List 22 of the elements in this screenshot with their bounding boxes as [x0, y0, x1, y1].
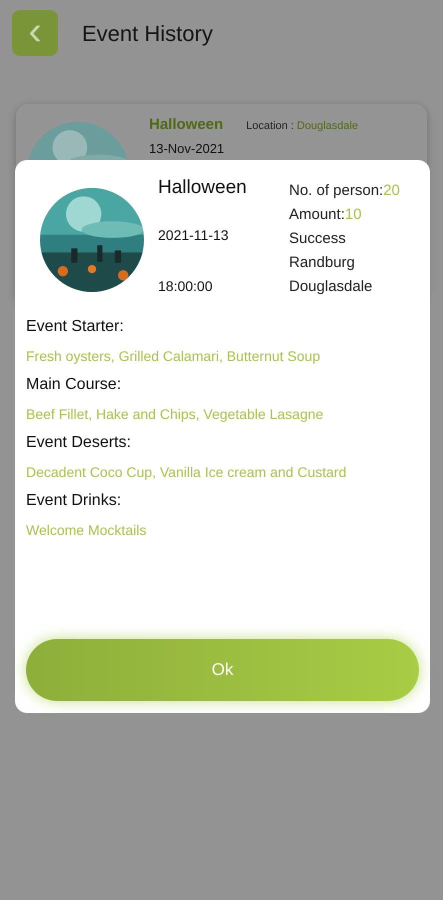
section-items: Decadent Coco Cup, Vanilla Ice cream and Custard: [26, 462, 348, 482]
event-name: Halloween: [149, 115, 224, 135]
section-items: Welcome Mocktails: [26, 520, 148, 540]
section-heading: Event Drinks:: [26, 490, 122, 510]
page-title: Event History: [82, 20, 213, 48]
section-heading: Event Starter:: [26, 316, 125, 336]
section-items: Fresh oysters, Grilled Calamari, Butternut Soup: [26, 346, 322, 366]
ok-button[interactable]: Ok: [26, 639, 419, 701]
section-items: Beef Fillet, Hake and Chips, Vegetable Lasagne: [26, 404, 324, 424]
dialog-event-date: 2021-11-13: [158, 226, 230, 244]
detail-text: No. of person:20: [289, 181, 400, 200]
dialog-event-name: Halloween: [158, 176, 248, 200]
detail-text: Success: [289, 229, 347, 248]
section-heading: Event Deserts:: [26, 432, 132, 452]
location-text: Location : Douglasdale: [246, 119, 358, 134]
section-heading: Main Course:: [26, 374, 122, 394]
dialog-event-time: 18:00:00: [158, 276, 214, 296]
detail-text: Amount:10: [289, 205, 363, 224]
back-button[interactable]: ‹: [12, 10, 58, 56]
event-date: 13-Nov-2021: [149, 140, 224, 158]
detail-text: Douglasdale: [289, 277, 374, 296]
detail-text: Randburg: [289, 253, 356, 272]
